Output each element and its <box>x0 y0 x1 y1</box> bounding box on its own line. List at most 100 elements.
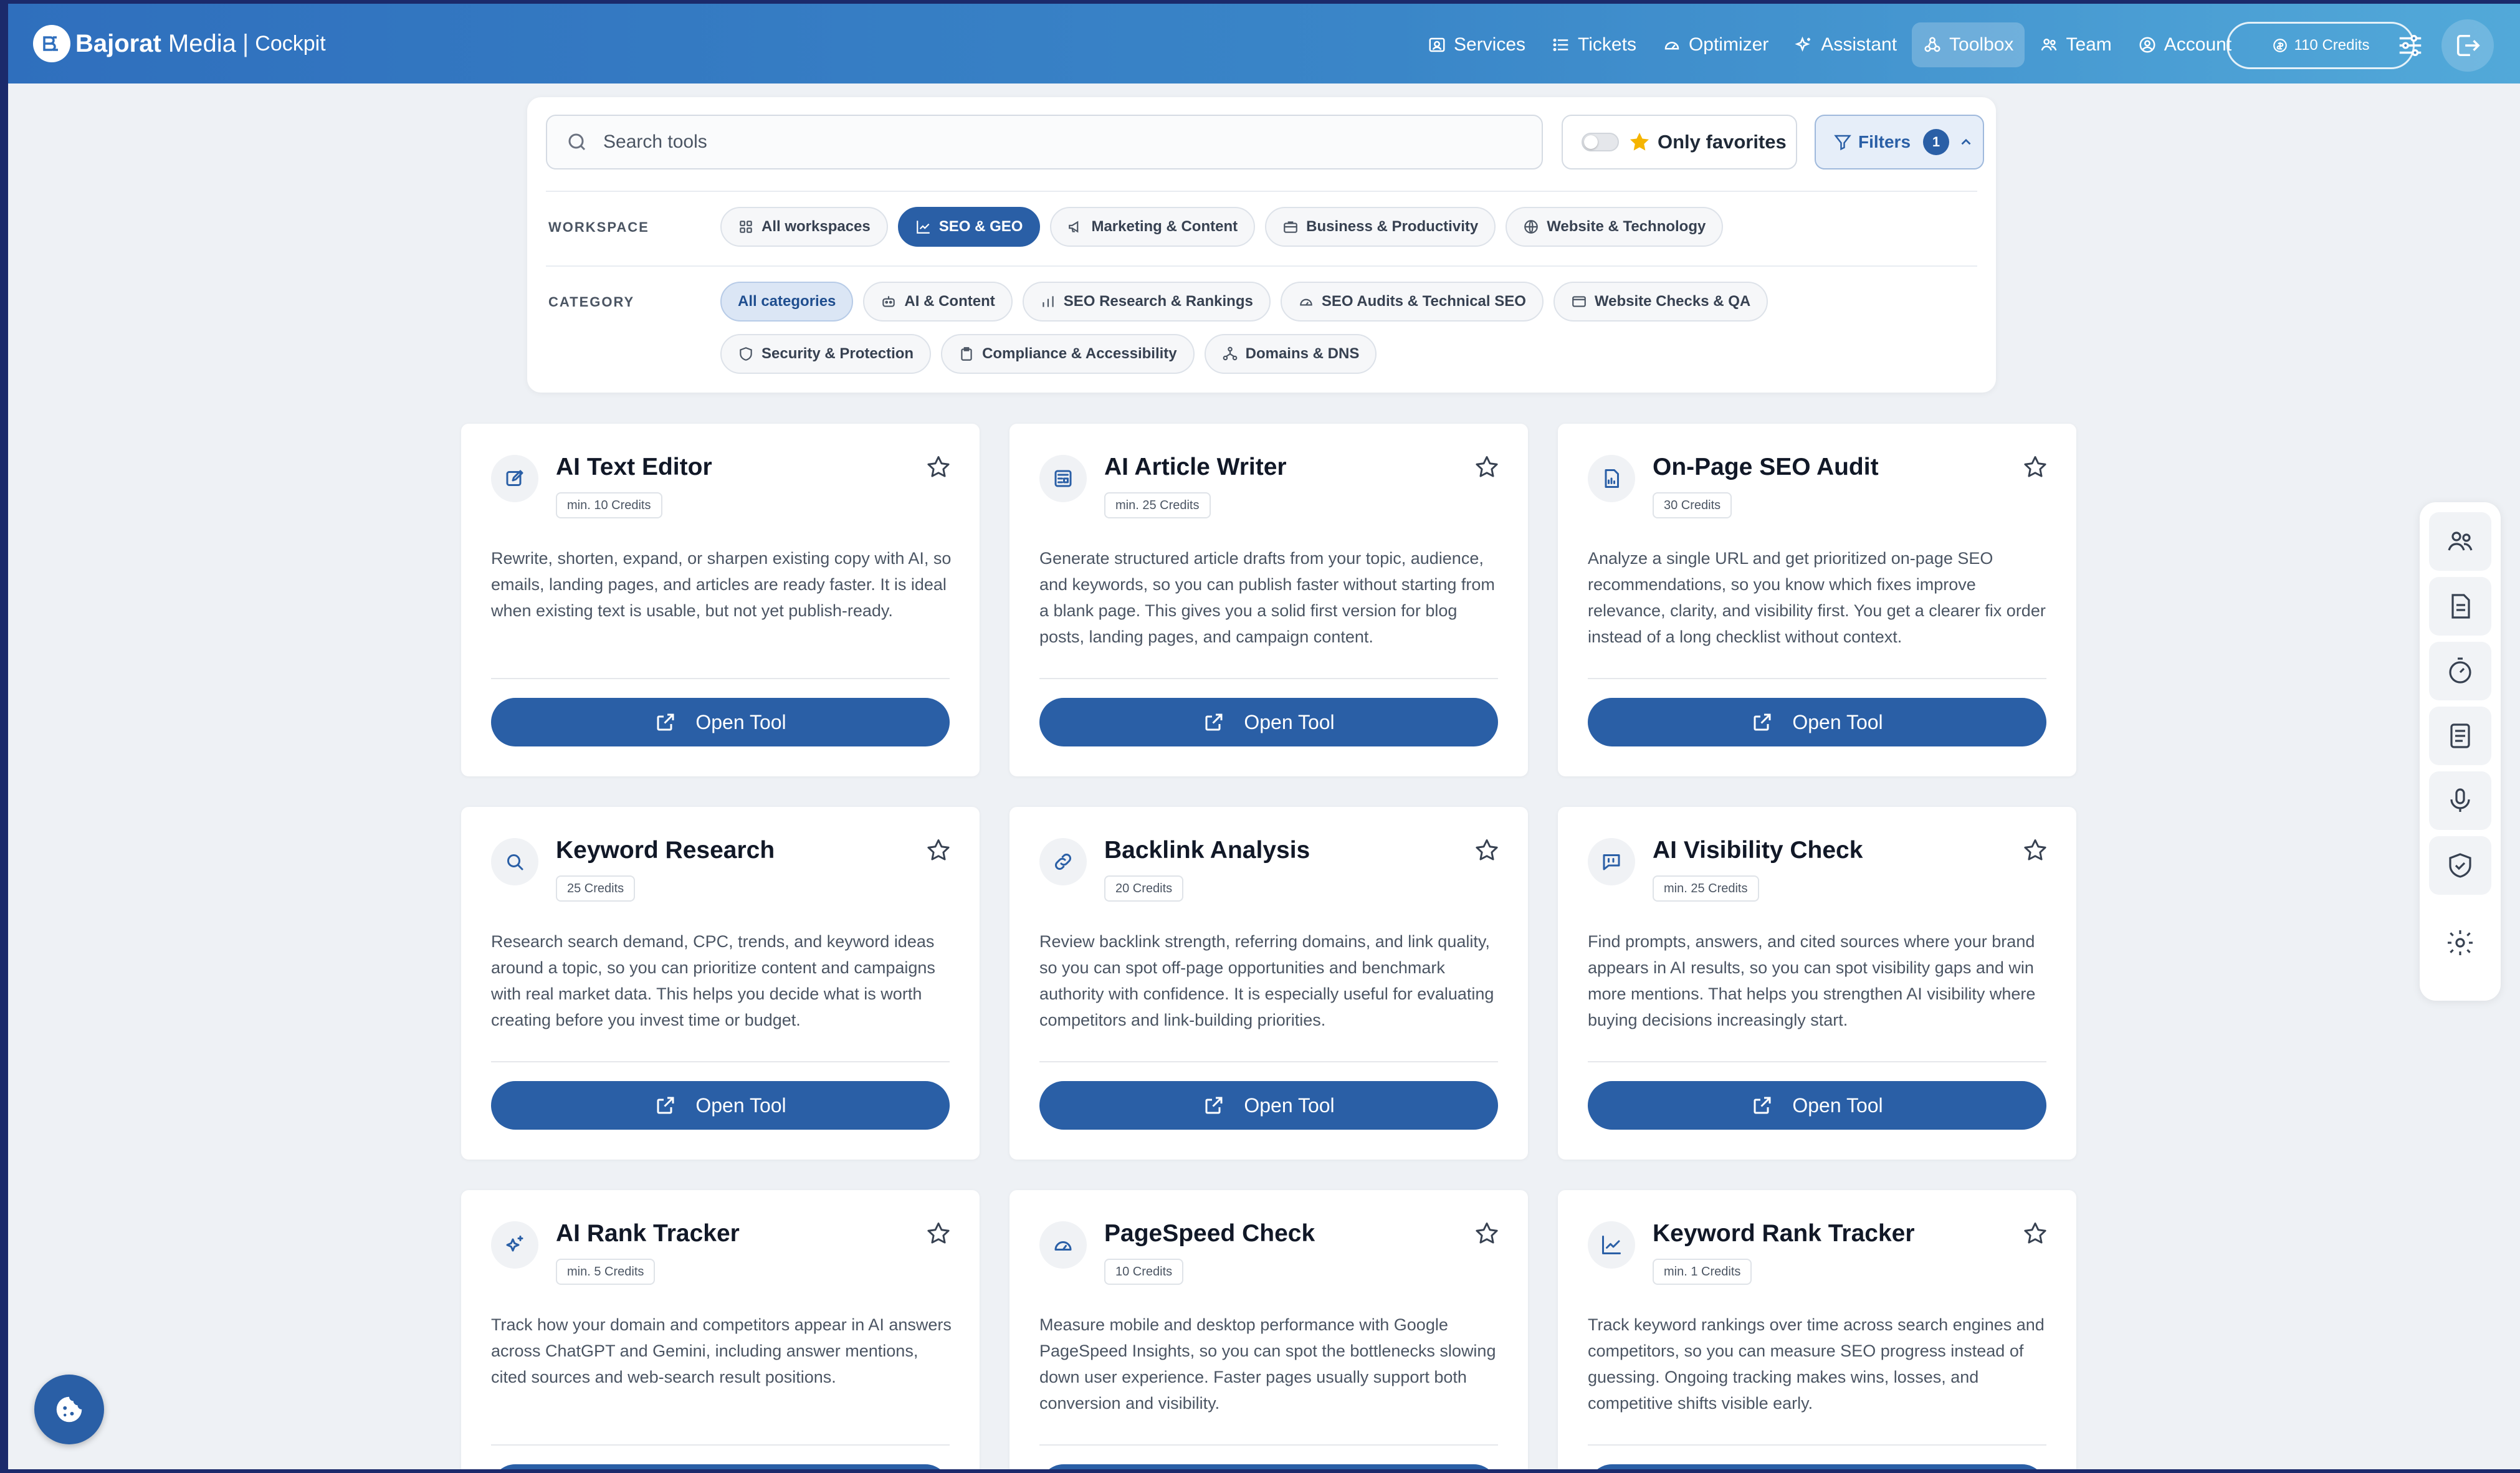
card-title: On-Page SEO Audit <box>1653 454 1879 480</box>
favorite-star-icon[interactable] <box>2021 837 2049 864</box>
external-link-icon <box>657 713 674 731</box>
card-title: AI Article Writer <box>1104 454 1287 480</box>
team-icon <box>2041 39 2057 51</box>
chip-all-categories[interactable]: All categories <box>720 282 854 322</box>
open-tool-button[interactable]: Open Tool <box>1588 698 2046 746</box>
side-shield-button[interactable] <box>2429 836 2491 895</box>
filters-button[interactable]: Filters 1 <box>1815 115 1984 169</box>
open-tool-button[interactable]: Open Tool <box>1588 1081 2046 1130</box>
newspaper-icon <box>1054 470 1072 487</box>
settings-icon <box>2448 930 2473 955</box>
quote-bubble-icon <box>1603 854 1620 870</box>
card-icon-wrap <box>1588 455 1635 502</box>
brand-separator: | <box>242 29 249 57</box>
card-description: Review backlink strength, referring doma… <box>1039 932 1494 1029</box>
card-credits-badge: 10 Credits <box>1104 1259 1184 1285</box>
nav-tickets[interactable]: Tickets <box>1540 22 1648 67</box>
card-icon-wrap <box>491 838 538 885</box>
tool-card: AI Rank Tracker min. 5 Credits Track how… <box>461 1190 980 1469</box>
nav-services[interactable]: Services <box>1416 22 1537 67</box>
card-title: AI Text Editor <box>556 454 712 480</box>
chip-compliance-accessibility[interactable]: Compliance & Accessibility <box>941 334 1195 374</box>
credits-button[interactable]: 110 Credits <box>2226 22 2415 69</box>
favorite-star-icon[interactable] <box>925 454 952 481</box>
card-description: Track how your domain and competitors ap… <box>491 1315 952 1386</box>
side-settings-button[interactable] <box>2429 913 2491 972</box>
coin-icon <box>2273 39 2287 52</box>
card-icon-wrap <box>1588 1221 1635 1269</box>
sliders-icon <box>2399 34 2422 57</box>
open-tool-button[interactable]: Open Tool <box>1039 698 1498 746</box>
favorites-toggle[interactable] <box>1582 133 1619 151</box>
side-microphone-button[interactable] <box>2429 771 2491 830</box>
favorite-star-icon[interactable] <box>925 1220 952 1247</box>
settings-sliders-button[interactable] <box>2389 24 2432 67</box>
sparkles-icon <box>506 1236 523 1252</box>
workspace-chips: All workspaces SEO & GEO Marketing & Con… <box>720 207 1967 259</box>
cookie-settings-button[interactable] <box>34 1375 104 1444</box>
robot-icon <box>882 296 895 307</box>
open-tool-button[interactable]: Open Tool <box>491 1464 950 1469</box>
favorites-filter[interactable]: Only favorites <box>1562 115 1797 169</box>
tool-card: On-Page SEO Audit 30 Credits Analyze a s… <box>1558 424 2076 776</box>
search-box[interactable] <box>546 115 1543 169</box>
card-icon-wrap <box>1039 455 1087 502</box>
favorite-star-icon[interactable] <box>1473 837 1501 864</box>
open-tool-button[interactable]: Open Tool <box>1039 1081 1498 1130</box>
side-document-button[interactable] <box>2429 577 2491 636</box>
card-divider <box>1588 1061 2046 1062</box>
brand-subtitle: Cockpit <box>255 31 326 55</box>
star-filled-icon <box>1630 132 1649 151</box>
favorites-label: Only favorites <box>1658 131 1787 153</box>
side-users-button[interactable] <box>2429 512 2491 571</box>
nav-assistant[interactable]: Assistant <box>1783 22 1908 67</box>
open-tool-button[interactable]: Open Tool <box>1588 1464 2046 1469</box>
report-icon <box>2450 723 2470 748</box>
chip-all-workspaces[interactable]: All workspaces <box>720 207 888 247</box>
favorite-star-icon[interactable] <box>2021 454 2049 481</box>
open-tool-button[interactable]: Open Tool <box>491 698 950 746</box>
favorite-star-icon[interactable] <box>1473 1220 1501 1247</box>
favorite-star-icon[interactable] <box>1473 454 1501 481</box>
open-tool-button[interactable]: Open Tool <box>1039 1464 1498 1469</box>
chip-website-technology[interactable]: Website & Technology <box>1506 207 1724 247</box>
external-link-icon <box>1205 713 1223 731</box>
card-title: Keyword Research <box>556 837 775 864</box>
side-toolbar <box>2420 502 2501 1001</box>
nav-team[interactable]: Team <box>2028 22 2122 67</box>
chip-marketing-content[interactable]: Marketing & Content <box>1050 207 1256 247</box>
favorite-star-icon[interactable] <box>925 837 952 864</box>
card-credits-badge: min. 10 Credits <box>556 492 662 518</box>
filters-label: Filters <box>1858 132 1911 151</box>
open-tool-button[interactable]: Open Tool <box>491 1081 950 1130</box>
users-icon <box>2448 532 2473 551</box>
chart-line-icon <box>916 221 930 234</box>
logout-button[interactable] <box>2441 19 2494 72</box>
chip-website-checks-qa[interactable]: Website Checks & QA <box>1553 282 1768 322</box>
side-timer-button[interactable] <box>2429 642 2491 700</box>
chip-seo-research-rankings[interactable]: SEO Research & Rankings <box>1022 282 1271 322</box>
chip-security-protection[interactable]: Security & Protection <box>720 334 932 374</box>
side-report-button[interactable] <box>2429 707 2491 765</box>
brand[interactable]: Bajorat Media | Cockpit <box>33 25 326 62</box>
chip-seo-audits-technical[interactable]: SEO Audits & Technical SEO <box>1280 282 1544 322</box>
card-icon-wrap <box>491 455 538 502</box>
card-title: Backlink Analysis <box>1104 837 1310 864</box>
favorite-star-icon[interactable] <box>2021 1220 2049 1247</box>
card-credits-badge: 30 Credits <box>1653 492 1732 518</box>
filter-panel: Only favorites Filters 1 WORKSPACE All w… <box>527 97 1996 393</box>
trend-up-icon <box>1602 1236 1621 1254</box>
services-icon <box>1429 37 1445 52</box>
edit-icon <box>506 470 523 486</box>
nav-optimizer[interactable]: Optimizer <box>1651 22 1780 67</box>
search-input[interactable] <box>603 131 1476 153</box>
chip-seo-geo[interactable]: SEO & GEO <box>897 207 1041 247</box>
cookie-icon <box>56 1396 82 1423</box>
chip-domains-dns[interactable]: Domains & DNS <box>1204 334 1377 374</box>
chip-business-productivity[interactable]: Business & Productivity <box>1265 207 1496 247</box>
tool-card: Keyword Research 25 Credits Research sea… <box>461 807 980 1160</box>
nav-account[interactable]: Account <box>2127 22 2243 67</box>
chip-ai-content[interactable]: AI & Content <box>863 282 1013 322</box>
card-divider <box>1039 1061 1498 1062</box>
nav-toolbox[interactable]: Toolbox <box>1912 22 2025 67</box>
